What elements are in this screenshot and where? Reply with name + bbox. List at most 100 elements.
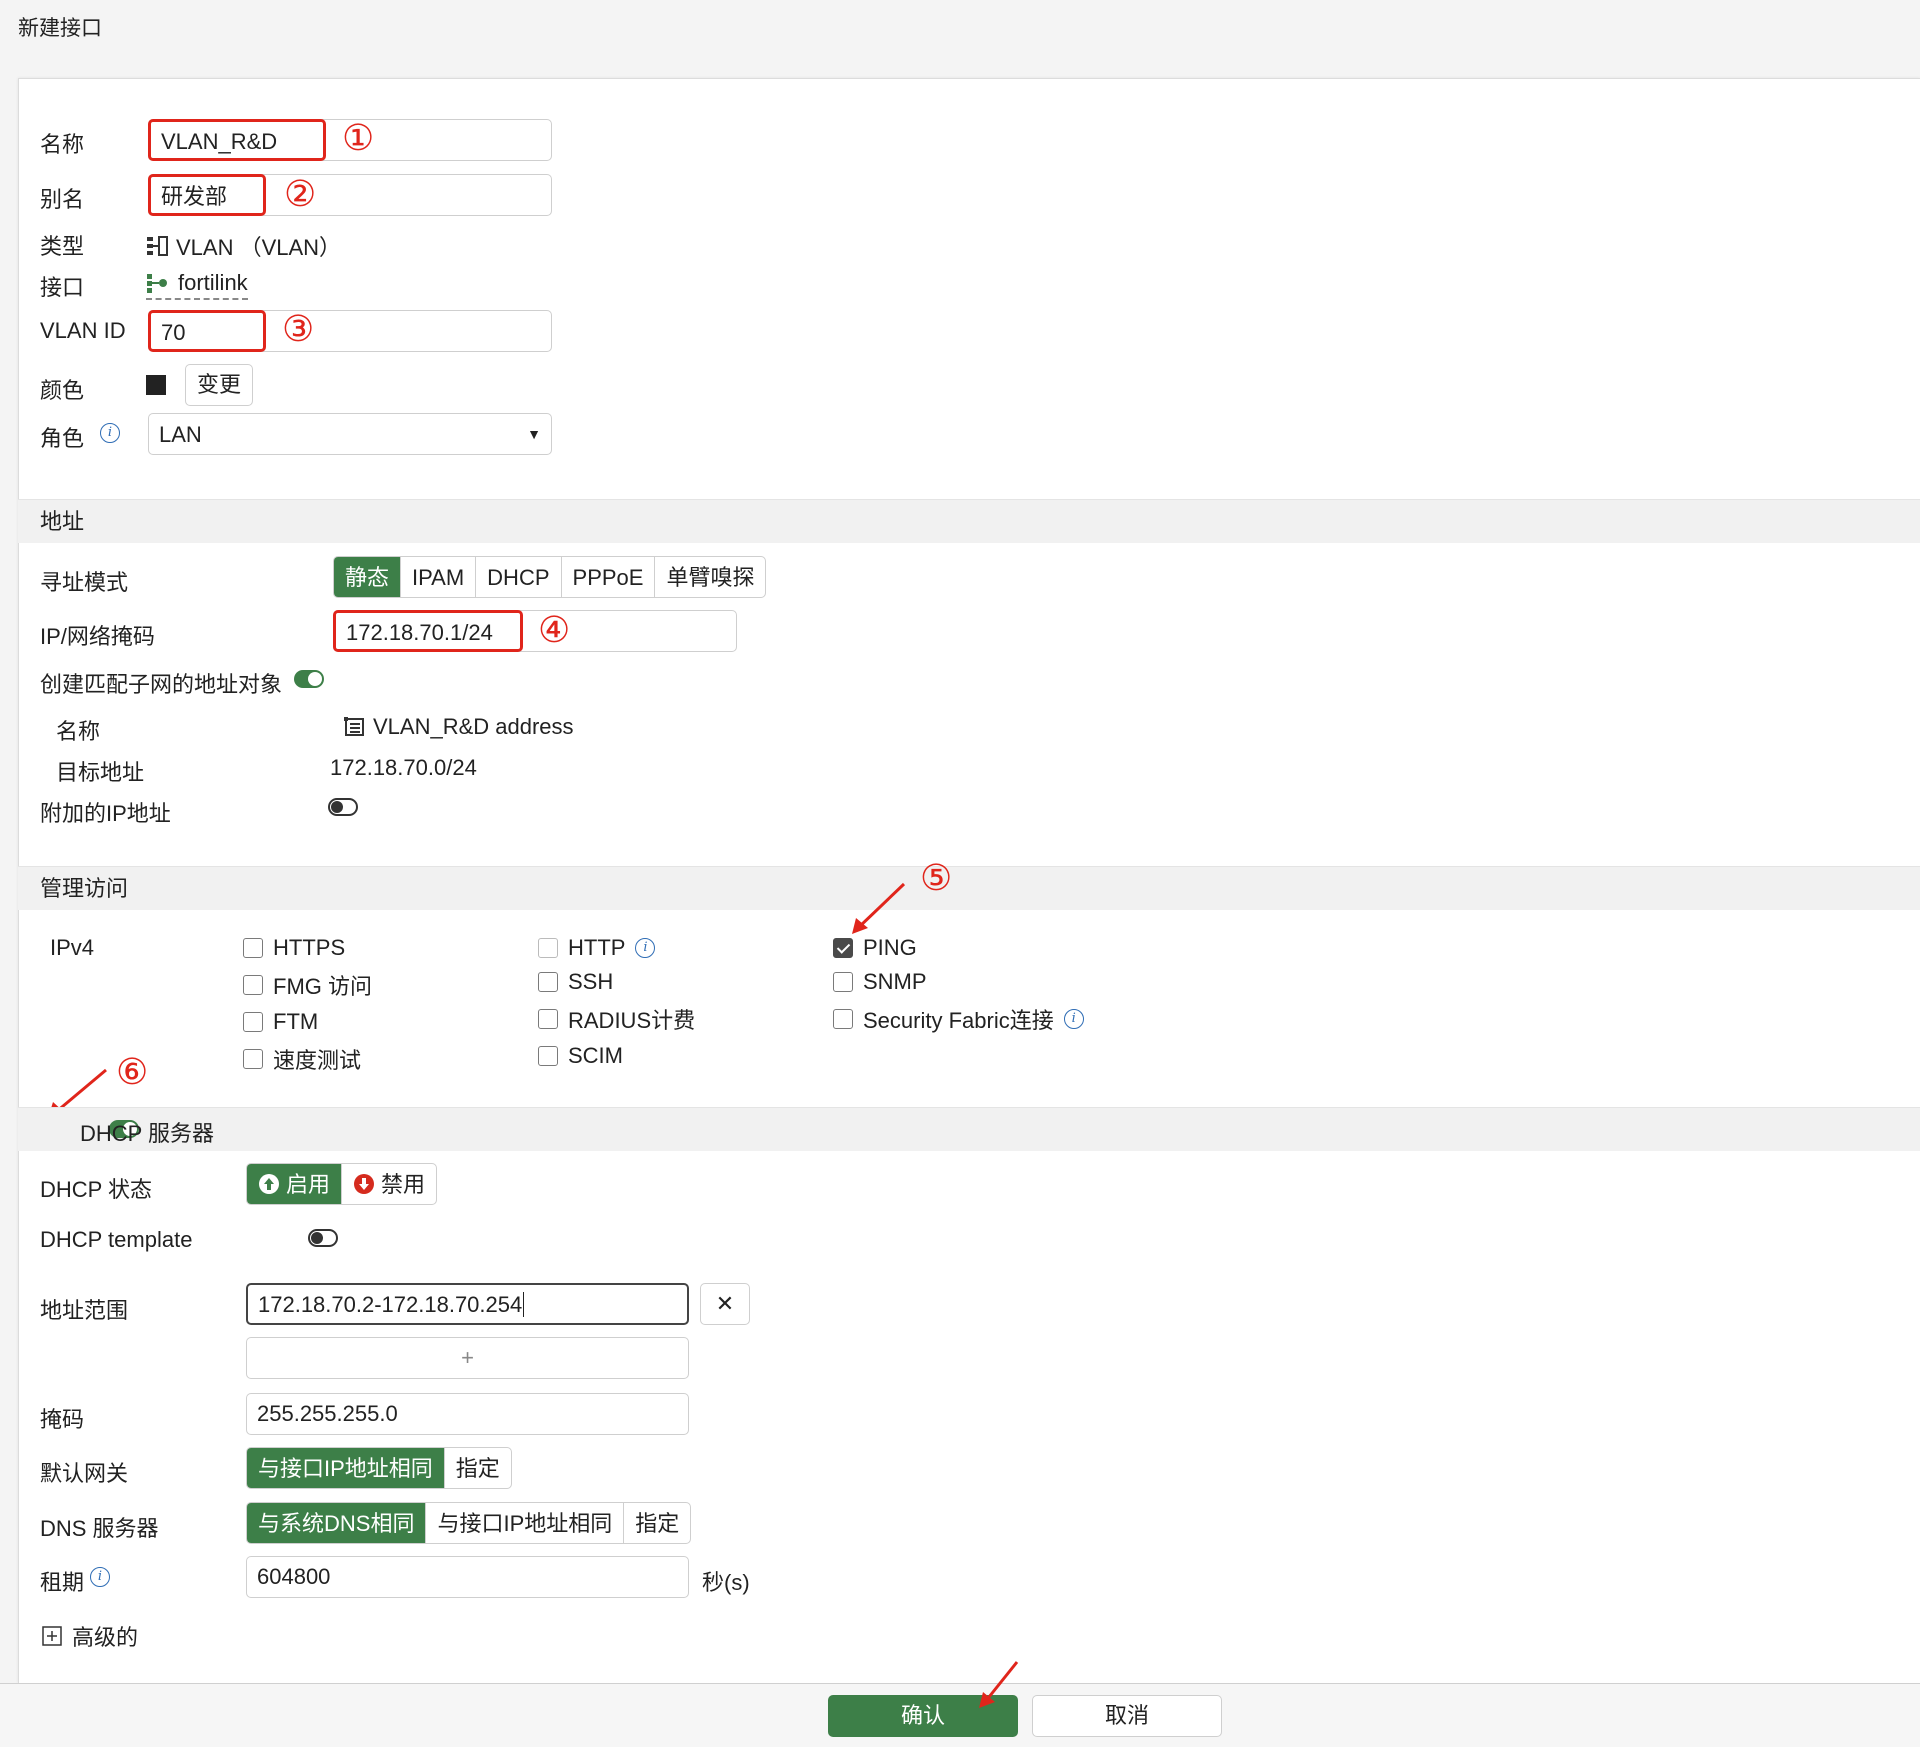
ipv4-label: IPv4 [50, 935, 95, 960]
name-value[interactable]: VLAN_R&D [148, 119, 326, 161]
annotation-6: ⑥ [116, 1051, 149, 1092]
vlan-id-label: VLAN ID [40, 318, 126, 343]
address-object-icon [344, 717, 364, 736]
object-name-value: VLAN_R&D address [373, 714, 574, 739]
http-checkbox[interactable] [538, 938, 558, 958]
dhcp-section-title: DHCP 服务器 [80, 1121, 215, 1146]
ping-checkbox[interactable] [833, 938, 853, 958]
mode-ipam[interactable]: IPAM [401, 557, 477, 597]
add-range-button[interactable]: + [246, 1337, 689, 1379]
secondary-ip-toggle[interactable] [328, 798, 359, 816]
mode-one-arm-sniffer[interactable]: 单臂嗅探 [655, 557, 765, 597]
interface-label: 接口 [40, 275, 85, 300]
dns-server-toggle: 与系统DNS相同 与接口IP地址相同 指定 [246, 1502, 692, 1544]
annotation-2: ② [284, 173, 317, 214]
access-fmg[interactable]: FMG 访问 [243, 969, 372, 1001]
type-value: VLAN （VLAN） [176, 235, 342, 260]
annotation-3: ③ [282, 308, 315, 349]
netmask-label: 掩码 [40, 1407, 85, 1432]
ftm-checkbox[interactable] [243, 1012, 263, 1032]
address-range-label: 地址范围 [40, 1298, 129, 1323]
dhcp-status-toggle: 启用 禁用 [246, 1163, 438, 1205]
https-checkbox[interactable] [243, 938, 263, 958]
address-range-input[interactable]: 172.18.70.2-172.18.70.254 [246, 1283, 689, 1325]
create-address-object-toggle[interactable] [294, 670, 324, 688]
dns-specify[interactable]: 指定 [624, 1503, 690, 1543]
ip-netmask-value[interactable]: 172.18.70.1/24 [333, 610, 523, 652]
role-value: LAN [159, 421, 202, 447]
addressing-mode-label: 寻址模式 [40, 570, 129, 595]
fmg-checkbox[interactable] [243, 975, 263, 995]
gateway-specify[interactable]: 指定 [445, 1448, 511, 1488]
mode-dhcp[interactable]: DHCP [476, 557, 562, 597]
access-https[interactable]: HTTPS [243, 935, 372, 961]
interface-link[interactable]: fortilink [146, 270, 248, 300]
remove-range-button[interactable]: ✕ [700, 1283, 750, 1325]
lease-time-label: 租期 [40, 1570, 85, 1595]
access-scim[interactable]: SCIM [538, 1043, 695, 1069]
dns-same-as-system[interactable]: 与系统DNS相同 [247, 1503, 427, 1543]
speed-test-checkbox[interactable] [243, 1049, 263, 1069]
http-info-icon[interactable]: i [635, 938, 656, 958]
dhcp-disable-option[interactable]: 禁用 [342, 1164, 436, 1204]
lease-time-input[interactable]: 604800 [246, 1556, 689, 1598]
access-column-1: HTTPS FMG 访问 FTM 速度测试 [243, 935, 372, 1075]
access-ftm[interactable]: FTM [243, 1009, 372, 1035]
role-info-icon[interactable]: i [100, 423, 120, 443]
lease-unit: 秒(s) [702, 1570, 750, 1595]
object-name-label: 名称 [56, 719, 101, 744]
radius-checkbox[interactable] [538, 1009, 558, 1029]
close-icon: ✕ [715, 1291, 735, 1316]
color-swatch [146, 375, 166, 395]
netmask-input[interactable]: 255.255.255.0 [246, 1393, 689, 1435]
annotation-5: ⑤ [920, 857, 953, 898]
type-label: 类型 [40, 234, 85, 259]
vlan-id-value[interactable]: 70 [148, 310, 266, 352]
page-title: 新建接口 [18, 17, 102, 40]
snmp-checkbox[interactable] [833, 972, 853, 992]
secondary-ip-label: 附加的IP地址 [40, 801, 171, 826]
cancel-button[interactable]: 取消 [1032, 1695, 1222, 1737]
interface-value: fortilink [178, 270, 248, 295]
color-change-button[interactable]: 变更 [185, 364, 253, 406]
dhcp-enable-option[interactable]: 启用 [247, 1164, 343, 1204]
access-radius[interactable]: RADIUS计费 [538, 1003, 695, 1035]
access-column-2: HTTP i SSH RADIUS计费 SCIM [538, 935, 695, 1069]
create-address-object-label: 创建匹配子网的地址对象 [40, 672, 283, 697]
name-label: 名称 [40, 132, 85, 157]
access-ping[interactable]: PING [833, 935, 1084, 961]
addressing-mode-toggle: 静态 IPAM DHCP PPPoE 单臂嗅探 [333, 556, 767, 598]
mode-static[interactable]: 静态 [334, 557, 402, 597]
access-http[interactable]: HTTP i [538, 935, 695, 961]
arrow-down-circle-icon [354, 1174, 375, 1194]
access-speed-test[interactable]: 速度测试 [243, 1043, 372, 1075]
fortilink-icon [147, 274, 167, 293]
alias-value[interactable]: 研发部 [148, 174, 266, 216]
dns-same-as-interface[interactable]: 与接口IP地址相同 [426, 1503, 625, 1543]
lease-info-icon[interactable]: i [90, 1567, 110, 1587]
security-fabric-checkbox[interactable] [833, 1009, 853, 1029]
access-security-fabric[interactable]: Security Fabric连接 i [833, 1003, 1084, 1035]
dhcp-section-header [18, 1107, 1920, 1151]
scim-checkbox[interactable] [538, 1046, 558, 1066]
mode-pppoe[interactable]: PPPoE [562, 557, 656, 597]
access-column-3: PING SNMP Security Fabric连接 i [833, 935, 1084, 1035]
alias-label: 别名 [40, 187, 85, 212]
role-label: 角色 [40, 426, 85, 451]
advanced-expander[interactable]: 高级的 [42, 1620, 138, 1652]
vlan-icon [147, 236, 168, 256]
dns-server-label: DNS 服务器 [40, 1516, 159, 1541]
ssh-checkbox[interactable] [538, 972, 558, 992]
role-select[interactable]: LAN ▼ [148, 413, 552, 455]
destination-label: 目标地址 [56, 760, 145, 785]
gateway-same-as-interface[interactable]: 与接口IP地址相同 [247, 1448, 445, 1488]
access-snmp[interactable]: SNMP [833, 969, 1084, 995]
ip-netmask-label: IP/网络掩码 [40, 624, 155, 649]
annotation-4: ④ [538, 609, 571, 650]
security-fabric-info-icon[interactable]: i [1063, 1009, 1084, 1029]
annotation-1: ① [342, 117, 375, 158]
access-ssh[interactable]: SSH [538, 969, 695, 995]
arrow-up-circle-icon [259, 1174, 279, 1194]
dhcp-template-toggle[interactable] [308, 1229, 339, 1247]
dhcp-status-label: DHCP 状态 [40, 1177, 153, 1202]
